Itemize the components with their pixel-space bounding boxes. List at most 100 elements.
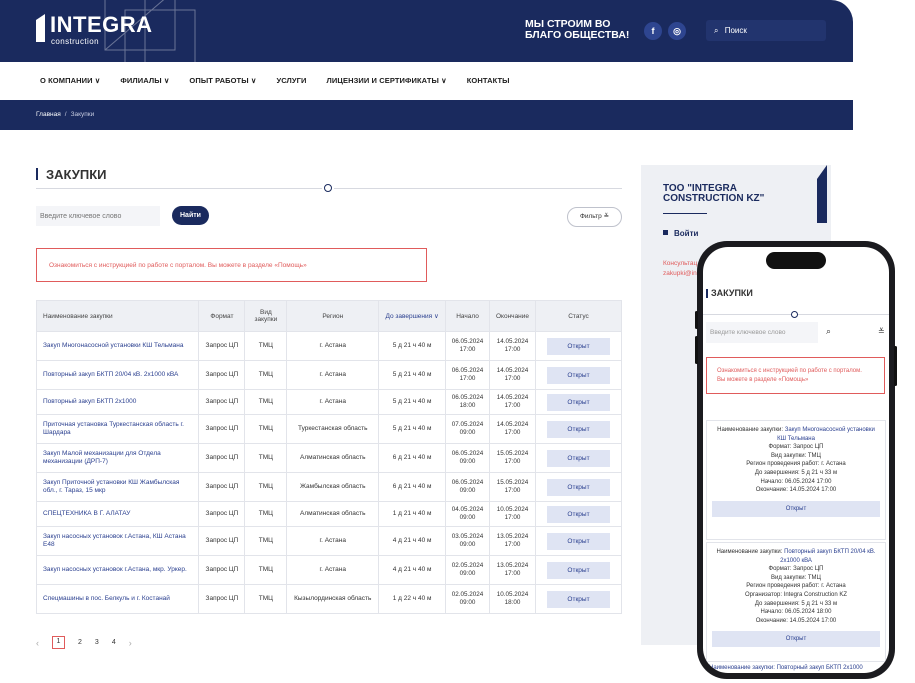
purchase-format: Запрос ЦП xyxy=(198,443,246,473)
purchase-format: Запрос ЦП xyxy=(198,584,246,614)
phone-screen: ЗАКУПКИ Введите ключевое слово ⌕ ≚ Ознак… xyxy=(703,247,889,673)
open-status-button[interactable]: Открыт xyxy=(547,532,610,550)
purchase-format: Запрос ЦП xyxy=(198,526,246,556)
nav-item-licenses[interactable]: ЛИЦЕНЗИИ И СЕРТИФИКАТЫ ∨ xyxy=(327,76,447,85)
open-status-button[interactable]: Открыт xyxy=(547,337,610,355)
purchase-time-left: 5 д 21 ч 40 м xyxy=(378,360,447,390)
purchase-status: Открыт xyxy=(535,331,622,361)
col-header-status: Статус xyxy=(535,300,622,332)
filter-icon: ≚ xyxy=(603,213,610,220)
phone-notch xyxy=(766,252,826,269)
mobile-card-link[interactable]: Закуп Многонасосной установки xyxy=(785,427,875,433)
purchase-name-link[interactable]: Повторный закуп БКТП 20/04 кВ. 2х1000 кВ… xyxy=(35,360,200,390)
open-status-button[interactable]: Открыт xyxy=(547,449,610,467)
purchase-name-link[interactable]: Закуп Приточной установки КШ Жамбылская … xyxy=(35,472,200,502)
purchase-kind: ТМЦ xyxy=(244,501,288,527)
purchase-name-link[interactable]: Приточная установка Туркестанская област… xyxy=(35,414,200,444)
instagram-icon[interactable]: ◎ xyxy=(668,22,686,40)
purchase-end: 10.05.2024 17:00 xyxy=(489,501,536,527)
nav-item-company[interactable]: О КОМПАНИИ ∨ xyxy=(40,76,100,85)
purchase-status: Открыт xyxy=(535,360,622,390)
purchase-region: Жамбылская область xyxy=(286,472,380,502)
mobile-open-button[interactable]: Открыт xyxy=(712,500,880,517)
sidebar-divider xyxy=(663,213,707,214)
header-slogan: МЫ СТРОИМ ВО БЛАГО ОБЩЕСТВА! xyxy=(525,19,645,41)
table-row: Спецмашины в пос. Белкуль и г. Костанай З… xyxy=(35,584,622,614)
open-status-button[interactable]: Открыт xyxy=(547,590,610,608)
pagination-prev[interactable]: ‹ xyxy=(36,638,39,648)
mobile-divider-dot xyxy=(791,311,798,318)
breadcrumb-home[interactable]: Главная xyxy=(36,111,61,118)
table-row: Закуп Многонасосной установки КШ Тельман… xyxy=(35,331,622,361)
open-status-button[interactable]: Открыт xyxy=(547,420,610,438)
nav-item-contacts[interactable]: КОНТАКТЫ xyxy=(467,76,510,85)
open-status-button[interactable]: Открыт xyxy=(547,366,610,384)
purchase-end: 15.05.2024 17:00 xyxy=(489,472,536,502)
col-header-kind: Вид закупки xyxy=(244,300,288,332)
purchase-name-link[interactable]: СПЕЦТЕХНИКА В Г. АЛАТАУ xyxy=(35,501,200,527)
open-status-button[interactable]: Открыт xyxy=(547,478,610,496)
site-logo[interactable]: INTEGRA construction xyxy=(36,10,166,52)
purchase-end: 14.05.2024 17:00 xyxy=(489,331,536,361)
open-status-button[interactable]: Открыт xyxy=(547,561,610,579)
col-header-time-left[interactable]: До завершения ∨ xyxy=(378,300,447,332)
purchase-time-left: 4 д 21 ч 40 м xyxy=(378,526,447,556)
table-row: Закуп насосных установок г.Астана, КШ Ас… xyxy=(35,526,622,556)
purchase-name-link[interactable]: Закуп насосных установок г.Астана, КШ Ас… xyxy=(35,526,200,556)
help-notice[interactable]: Ознакомиться с инструкцией по работе с п… xyxy=(36,248,427,282)
divider-left xyxy=(36,188,322,189)
mobile-search-input[interactable]: Введите ключевое слово xyxy=(706,322,818,343)
mobile-open-button[interactable]: Открыт xyxy=(712,631,880,648)
mobile-page-title: ЗАКУПКИ xyxy=(711,288,753,298)
purchase-start: 07.05.2024 09:00 xyxy=(445,414,491,444)
purchase-kind: ТМЦ xyxy=(244,331,288,361)
purchase-name-link[interactable]: Закуп насосных установок г.Астана, мкр. … xyxy=(35,555,200,585)
nav-item-experience[interactable]: ОПЫТ РАБОТЫ ∨ xyxy=(189,76,256,85)
find-button[interactable]: Найти xyxy=(172,206,209,225)
open-status-button[interactable]: Открыт xyxy=(547,393,610,411)
purchase-kind: ТМЦ xyxy=(244,472,288,502)
search-input[interactable] xyxy=(36,206,160,226)
login-link[interactable]: Войти xyxy=(663,229,698,238)
pagination-next[interactable]: › xyxy=(129,638,132,648)
mobile-help-notice[interactable]: Ознакомиться с инструкцией по работе с п… xyxy=(706,357,885,394)
header-search[interactable]: ⌕ Поиск xyxy=(706,20,826,41)
filter-button[interactable]: Фильтр ≚ xyxy=(567,207,622,227)
divider-right xyxy=(334,188,622,189)
open-status-button[interactable]: Открыт xyxy=(547,505,610,523)
col-header-region: Регион xyxy=(286,300,380,332)
page-4[interactable]: 4 xyxy=(112,639,116,646)
col-header-name: Наименование закупки xyxy=(35,300,200,332)
mobile-purchase-card: Наименование закупки: Закуп Многонасосно… xyxy=(706,420,886,540)
purchase-status: Открыт xyxy=(535,472,622,502)
logo-subtext: construction xyxy=(51,37,99,46)
purchase-kind: ТМЦ xyxy=(244,389,288,415)
page-1[interactable]: 1 xyxy=(52,636,65,649)
purchase-start: 06.05.2024 09:00 xyxy=(445,443,491,473)
mobile-card-link-cont[interactable]: КШ Тельмана xyxy=(707,435,885,444)
page-3[interactable]: 3 xyxy=(95,639,99,646)
purchase-format: Запрос ЦП xyxy=(198,331,246,361)
page-2[interactable]: 2 xyxy=(78,639,82,646)
purchase-name-link[interactable]: Повторный закуп БКТП 2х1000 xyxy=(35,389,200,415)
purchase-region: г. Астана xyxy=(286,526,380,556)
purchase-end: 14.05.2024 17:00 xyxy=(489,389,536,415)
table-row: Закуп Приточной установки КШ Жамбылская … xyxy=(35,472,622,502)
login-square-icon xyxy=(663,230,668,235)
purchase-name-link[interactable]: Спецмашины в пос. Белкуль и г. Костанай xyxy=(35,584,200,614)
mobile-card-link[interactable]: Повторный закуп БКТП 20/04 кВ. xyxy=(784,549,875,555)
site-header: INTEGRA construction МЫ СТРОИМ ВО БЛАГО … xyxy=(0,0,853,62)
filter-icon[interactable]: ≚ xyxy=(878,327,885,336)
facebook-icon[interactable]: f xyxy=(644,22,662,40)
mobile-card-link-cont[interactable]: 2х1000 кВА xyxy=(707,557,885,566)
purchase-region: г. Астана xyxy=(286,331,380,361)
nav-item-branches[interactable]: ФИЛИАЛЫ ∨ xyxy=(120,76,169,85)
purchase-region: г. Астана xyxy=(286,389,380,415)
nav-item-services[interactable]: УСЛУГИ xyxy=(276,76,306,85)
purchase-format: Запрос ЦП xyxy=(198,360,246,390)
purchase-name-link[interactable]: Закуп Малой механизации для Отдела механ… xyxy=(35,443,200,473)
search-icon[interactable]: ⌕ xyxy=(826,326,831,337)
col-header-format: Формат xyxy=(198,300,246,332)
purchase-name-link[interactable]: Закуп Многонасосной установки КШ Тельман… xyxy=(35,331,200,361)
chevron-down-icon: ∨ xyxy=(250,76,257,85)
